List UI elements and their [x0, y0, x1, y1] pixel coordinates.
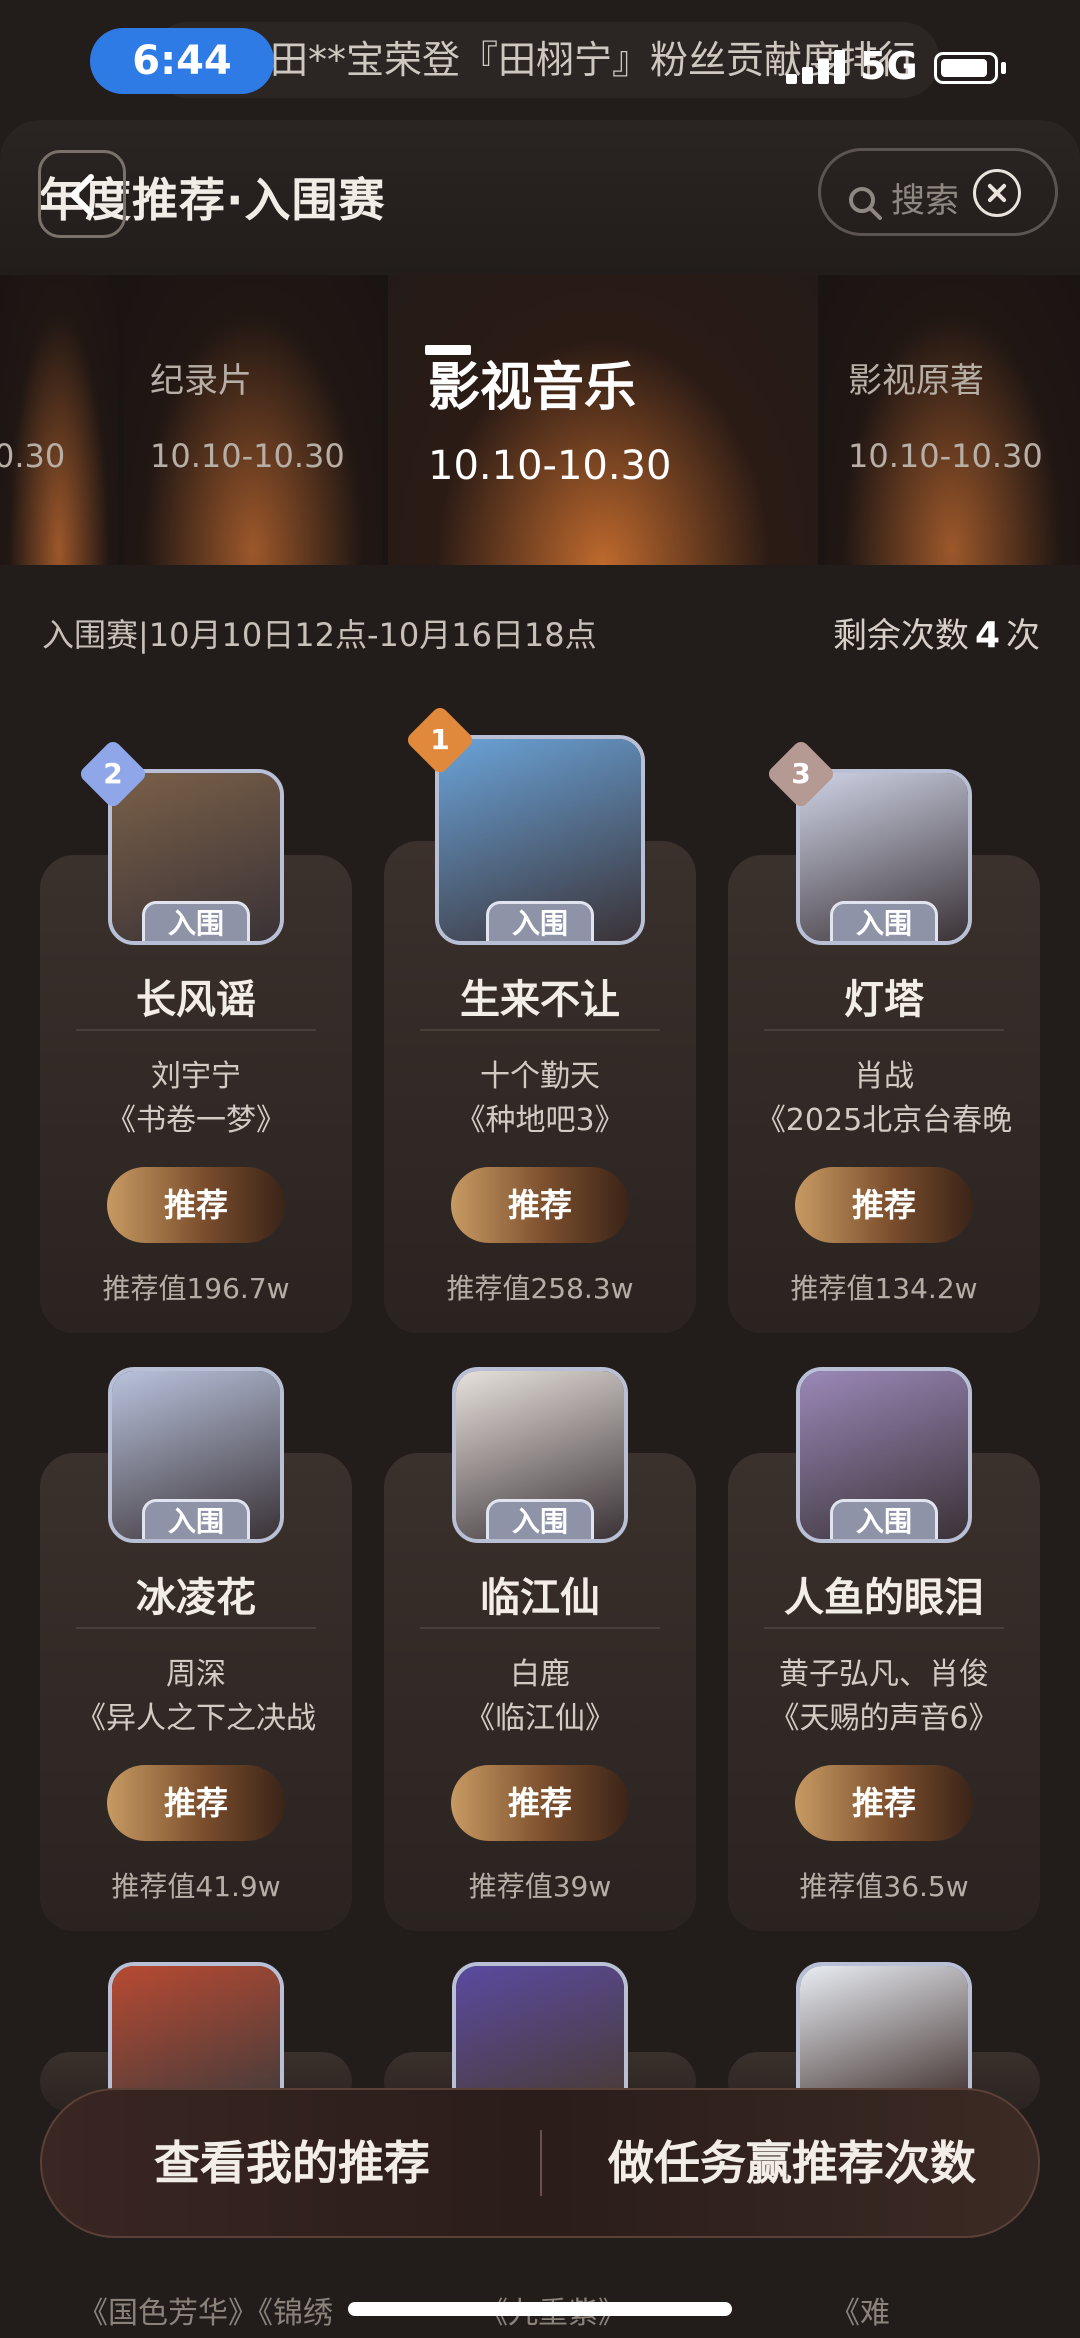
song-cover[interactable]: 入围 — [108, 1367, 284, 1543]
card-divider — [420, 1627, 660, 1629]
artist-name: 十个勤天 — [480, 1059, 600, 1094]
category-date: 10.10-10.30 — [150, 437, 345, 475]
rank-number: 3 — [791, 757, 811, 790]
cover-art — [800, 1966, 968, 2092]
song-title: 生来不让 — [460, 977, 620, 1023]
card-divider — [76, 1029, 316, 1031]
song-title: 灯塔 — [844, 977, 924, 1023]
category-carousel[interactable]: 0.30 纪录片 10.10-10.30 影视音乐 10.10-10.30 影视… — [0, 275, 1080, 565]
battery-icon — [934, 52, 998, 84]
category-name: 影视音乐 — [428, 358, 637, 418]
category-card-active[interactable]: 影视音乐 10.10-10.30 — [388, 275, 818, 565]
remaining-votes: 剩余次数 4 次 — [833, 608, 1040, 657]
shortlisted-tag: 入围 — [830, 1499, 938, 1539]
cover-art — [456, 1966, 624, 2092]
song-title: 临江仙 — [480, 1575, 600, 1621]
remaining-label: 剩余次数 — [832, 616, 969, 656]
show-name: 《天赐的声音6》 — [769, 1701, 999, 1736]
remaining-count: 4 — [974, 615, 1000, 656]
search-icon — [849, 186, 882, 220]
recommend-button[interactable]: 推荐 — [107, 1167, 285, 1243]
recommend-button[interactable]: 推荐 — [795, 1167, 973, 1243]
home-indicator[interactable] — [348, 2302, 732, 2316]
recommend-button[interactable]: 推荐 — [107, 1765, 285, 1841]
recommend-value: 推荐值36.5w — [799, 1870, 969, 1903]
recommend-value: 推荐值39w — [468, 1870, 612, 1903]
show-name: 《临江仙》 — [465, 1701, 615, 1736]
card-divider — [764, 1029, 1004, 1031]
recommend-button[interactable]: 推荐 — [795, 1765, 973, 1841]
artist-name: 黄子弘凡、肖俊 — [779, 1657, 989, 1692]
recommend-value: 推荐值41.9w — [111, 1870, 281, 1903]
back-button[interactable] — [38, 150, 126, 238]
recommend-button[interactable]: 推荐 — [451, 1167, 629, 1243]
round-period: 入围赛|10月10日12点-10月16日18点 — [42, 616, 597, 654]
song-cover[interactable]: 入围 — [452, 1367, 628, 1543]
show-name: 《2025北京台春晚 — [755, 1103, 1013, 1138]
song-cover[interactable] — [108, 1962, 284, 2092]
category-card[interactable]: 纪录片 10.10-10.30 — [124, 275, 382, 565]
category-date: 10.10-10.30 — [428, 443, 672, 489]
recommend-button[interactable]: 推荐 — [451, 1765, 629, 1841]
category-card[interactable]: 0.30 — [0, 275, 118, 565]
card-divider — [764, 1627, 1004, 1629]
recommend-value: 推荐值134.2w — [790, 1272, 978, 1305]
category-date: 0.30 — [0, 437, 66, 475]
page-header: 年度推荐·入围赛 搜索 — [0, 120, 1080, 275]
status-bar: 田**宝荣登『田栩宁』粉丝贡献度排行 6:44 5G — [0, 0, 1080, 120]
category-name: 纪录片 — [150, 361, 252, 401]
network-type: 5G — [860, 44, 918, 88]
show-name: 《书卷一梦》 — [106, 1103, 286, 1138]
artist-name: 周深 — [166, 1657, 226, 1692]
shortlisted-tag: 入围 — [142, 1499, 250, 1539]
search-box[interactable]: 搜索 — [818, 148, 1058, 236]
bottom-action-bar: 查看我的推荐 做任务赢推荐次数 — [40, 2088, 1040, 2238]
peek-show-text: 《难 — [830, 2296, 890, 2331]
cover-art — [112, 1966, 280, 2092]
song-title: 长风谣 — [136, 977, 256, 1023]
signal-icon — [786, 50, 848, 84]
chevron-left-icon — [70, 174, 94, 216]
shortlisted-tag: 入围 — [830, 901, 938, 941]
shortlisted-tag: 入围 — [486, 901, 594, 941]
song-cover[interactable]: 入围 — [435, 735, 645, 945]
rank-number: 2 — [103, 757, 123, 790]
earn-votes-button[interactable]: 做任务赢推荐次数 — [542, 2090, 1042, 2236]
category-card[interactable]: 影视原著 10.10-10.30 — [824, 275, 1080, 565]
song-cover[interactable]: 入围 — [796, 1367, 972, 1543]
song-title: 冰凌花 — [136, 1575, 256, 1621]
shortlisted-tag: 入围 — [142, 901, 250, 941]
song-cover[interactable] — [796, 1962, 972, 2092]
battery-tip — [1001, 62, 1006, 74]
card-divider — [420, 1029, 660, 1031]
artist-name: 白鹿 — [510, 1657, 570, 1692]
category-date: 10.10-10.30 — [848, 437, 1043, 475]
recommend-value: 推荐值196.7w — [102, 1272, 290, 1305]
show-name: 《种地吧3》 — [455, 1103, 625, 1138]
category-name: 影视原著 — [848, 361, 984, 401]
song-cover[interactable] — [452, 1962, 628, 2092]
artist-name: 刘宇宁 — [151, 1059, 241, 1094]
rank-number: 1 — [430, 723, 450, 756]
status-time: 6:44 — [90, 28, 274, 94]
show-name: 《异人之下之决战 — [76, 1701, 316, 1736]
my-recommendations-button[interactable]: 查看我的推荐 — [42, 2090, 542, 2236]
shortlisted-tag: 入围 — [486, 1499, 594, 1539]
card-divider — [76, 1627, 316, 1629]
recommend-value: 推荐值258.3w — [446, 1272, 634, 1305]
song-title: 人鱼的眼泪 — [784, 1575, 984, 1621]
remaining-unit: 次 — [1006, 616, 1040, 656]
active-category-indicator — [425, 345, 471, 355]
peek-show-text: 《国色芳华》《锦绣 — [78, 2296, 333, 2331]
close-icon[interactable] — [973, 169, 1021, 217]
artist-name: 肖战 — [854, 1059, 914, 1094]
search-placeholder: 搜索 — [891, 181, 959, 221]
